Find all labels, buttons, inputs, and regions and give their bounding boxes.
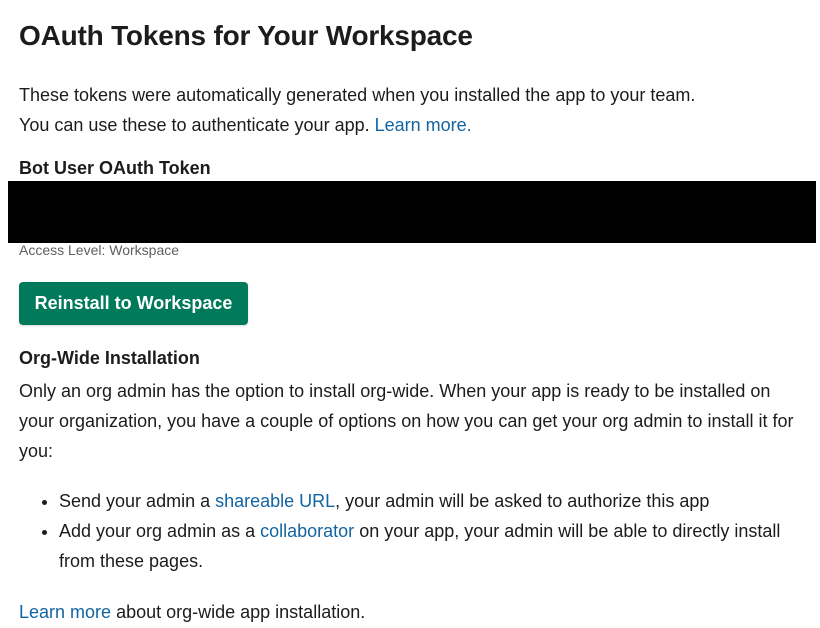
intro-line-2-text: You can use these to authenticate your a… [19, 115, 375, 135]
footer-text: about org-wide app installation. [111, 602, 366, 622]
page-title: OAuth Tokens for Your Workspace [19, 20, 473, 51]
learn-more-link[interactable]: Learn more. [375, 115, 472, 135]
list-item: Send your admin a shareable URL, your ad… [59, 486, 799, 516]
shareable-url-link[interactable]: shareable URL [215, 491, 335, 511]
footer-line: Learn more about org-wide app installati… [19, 597, 365, 627]
intro-text: These tokens were automatically generate… [19, 80, 809, 140]
access-level-text: Access Level: Workspace [19, 242, 180, 258]
token-redaction-block [8, 181, 816, 243]
collaborator-link[interactable]: collaborator [260, 521, 354, 541]
intro-line-1: These tokens were automatically generate… [19, 85, 696, 105]
option-1-before: Send your admin a [59, 491, 216, 511]
reinstall-to-workspace-button[interactable]: Reinstall to Workspace [19, 282, 248, 325]
org-install-description: Only an org admin has the option to inst… [19, 381, 794, 461]
org-install-title: Org-Wide Installation [19, 348, 200, 368]
list-item: Add your org admin as a collaborator on … [59, 516, 799, 576]
bot-token-label: Bot User OAuth Token [19, 158, 211, 178]
intro-line-2: You can use these to authenticate your a… [19, 110, 809, 140]
org-install-options-list: Send your admin a shareable URL, your ad… [19, 486, 799, 576]
org-wide-learn-more-link[interactable]: Learn more [19, 602, 111, 622]
option-1-after: , your admin will be asked to authorize … [335, 491, 710, 511]
option-2-before: Add your org admin as a [59, 521, 261, 541]
